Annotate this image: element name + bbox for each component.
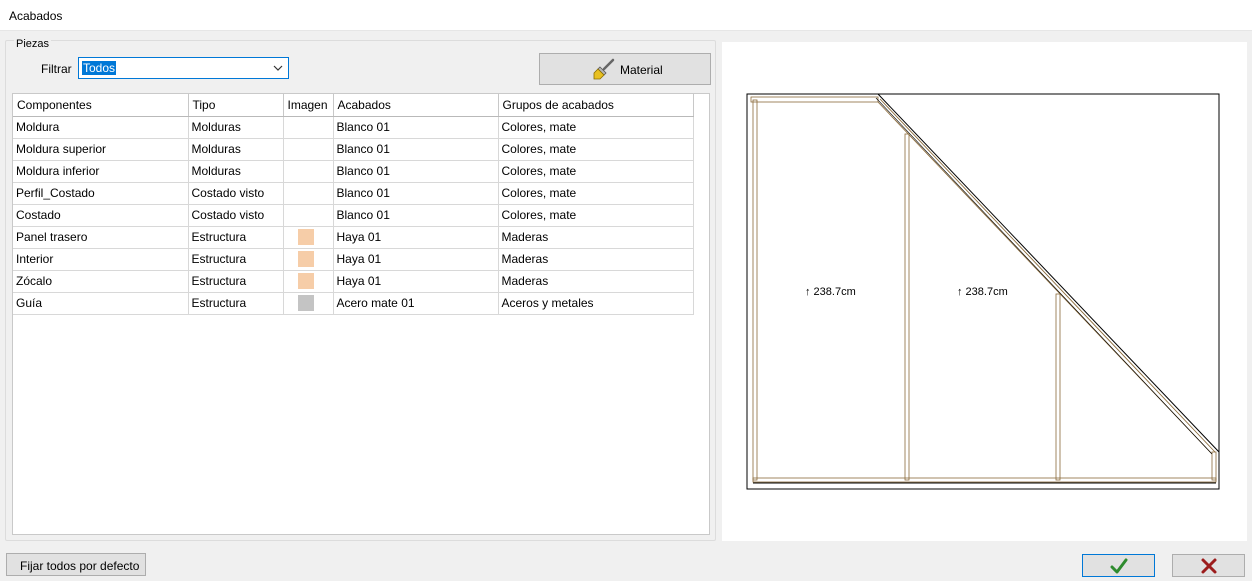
finish-swatch [297, 295, 314, 311]
cell-component[interactable]: Zócalo [13, 270, 189, 293]
material-button-label: Material [620, 63, 663, 77]
checkmark-icon [1110, 558, 1128, 574]
table-row[interactable]: Moldura Molduras Blanco 01 Colores, mate [13, 116, 694, 139]
finish-swatch [298, 163, 314, 179]
cell-finish-group[interactable]: Maderas [498, 270, 694, 293]
cell-image[interactable] [283, 160, 334, 183]
cell-component[interactable]: Costado [13, 204, 189, 227]
cell-finish[interactable]: Blanco 01 [333, 182, 499, 205]
table-row[interactable]: Costado Costado visto Blanco 01 Colores, ma… [13, 204, 694, 227]
table-row[interactable]: Zócalo Estructura Haya 01 Maderas [13, 270, 694, 293]
set-all-default-label: Fijar todos por defecto [20, 559, 140, 573]
cabinet-drawing: ↑ 238.7cm ↑ 238.7cm [746, 93, 1220, 490]
components-table: Componentes Tipo Imagen Acabados Grupos … [12, 93, 710, 535]
cell-type[interactable]: Costado visto [188, 182, 284, 205]
cell-finish-group[interactable]: Aceros y metales [498, 292, 694, 315]
cell-finish-group[interactable]: Colores, mate [498, 204, 694, 227]
filter-value: Todos [82, 61, 117, 75]
table-row[interactable]: Perfil_Costado Costado visto Blanco 01 Colo… [13, 182, 694, 205]
pieces-panel: Piezas Filtrar Todos Material Componente… [5, 38, 716, 541]
finish-swatch [298, 185, 314, 201]
table-row[interactable]: Interior Estructura Haya 01 Maderas [13, 248, 694, 271]
filter-label: Filtrar [41, 62, 72, 76]
column-header-imagen[interactable]: Imagen [283, 94, 334, 117]
finish-swatch [298, 207, 314, 223]
filter-dropdown[interactable]: Todos [78, 57, 289, 79]
chevron-down-icon [273, 65, 283, 71]
table-header-row: Componentes Tipo Imagen Acabados Grupos … [13, 94, 694, 117]
cell-finish-group[interactable]: Colores, mate [498, 182, 694, 205]
cell-type[interactable]: Molduras [188, 116, 284, 139]
table-row[interactable]: Moldura superior Molduras Blanco 01 Colores… [13, 138, 694, 161]
cell-component[interactable]: Moldura superior [13, 138, 189, 161]
cell-image[interactable] [283, 270, 334, 293]
dimension-label-left: ↑ 238.7cm [805, 286, 856, 298]
finish-swatch [298, 119, 314, 135]
table-row[interactable]: Moldura inferior Molduras Blanco 01 Colores… [13, 160, 694, 183]
pieces-group-label: Piezas [14, 38, 52, 50]
cell-image[interactable] [283, 204, 334, 227]
cell-finish[interactable]: Blanco 01 [333, 138, 499, 161]
cell-image[interactable] [283, 182, 334, 205]
material-button[interactable]: Material [539, 53, 711, 85]
cell-finish-group[interactable]: Maderas [498, 226, 694, 249]
preview-panel: ↑ 238.7cm ↑ 238.7cm [722, 42, 1247, 541]
cell-image[interactable] [283, 226, 334, 249]
cell-component[interactable]: Perfil_Costado [13, 182, 189, 205]
cell-component[interactable]: Interior [13, 248, 189, 271]
cell-finish-group[interactable]: Maderas [498, 248, 694, 271]
cell-finish[interactable]: Haya 01 [333, 270, 499, 293]
set-all-default-button[interactable]: Fijar todos por defecto [6, 553, 146, 576]
cell-type[interactable]: Molduras [188, 138, 284, 161]
cell-type[interactable]: Molduras [188, 160, 284, 183]
cell-finish-group[interactable]: Colores, mate [498, 138, 694, 161]
cell-component[interactable]: Guía [13, 292, 189, 315]
cell-finish[interactable]: Blanco 01 [333, 160, 499, 183]
table-row[interactable]: Guía Estructura Acero mate 01 Aceros y meta… [13, 292, 694, 315]
finish-swatch [297, 273, 314, 289]
pieces-groupbox: Piezas Filtrar Todos Material Componente… [5, 38, 716, 541]
paintbrush-icon [593, 58, 615, 80]
cell-type[interactable]: Costado visto [188, 204, 284, 227]
cell-image[interactable] [283, 292, 334, 315]
cell-component[interactable]: Panel trasero [13, 226, 189, 249]
cell-component[interactable]: Moldura inferior [13, 160, 189, 183]
finish-swatch [298, 141, 314, 157]
cell-finish[interactable]: Haya 01 [333, 226, 499, 249]
dimension-label-middle: ↑ 238.7cm [957, 286, 1008, 298]
cell-finish[interactable]: Blanco 01 [333, 116, 499, 139]
cell-finish-group[interactable]: Colores, mate [498, 116, 694, 139]
cell-type[interactable]: Estructura [188, 292, 284, 315]
cell-type[interactable]: Estructura [188, 226, 284, 249]
cell-image[interactable] [283, 116, 334, 139]
cell-type[interactable]: Estructura [188, 270, 284, 293]
cell-finish[interactable]: Acero mate 01 [333, 292, 499, 315]
cancel-button[interactable] [1172, 554, 1245, 577]
finish-swatch [297, 229, 314, 245]
cell-component[interactable]: Moldura [13, 116, 189, 139]
ok-button[interactable] [1082, 554, 1155, 577]
finish-swatch [297, 251, 314, 267]
cross-icon [1201, 558, 1217, 574]
table-row[interactable]: Panel trasero Estructura Haya 01 Maderas [13, 226, 694, 249]
cell-finish[interactable]: Blanco 01 [333, 204, 499, 227]
cell-image[interactable] [283, 138, 334, 161]
column-header-tipo[interactable]: Tipo [188, 94, 284, 117]
cell-type[interactable]: Estructura [188, 248, 284, 271]
column-header-acabados[interactable]: Acabados [333, 94, 499, 117]
cell-image[interactable] [283, 248, 334, 271]
cell-finish-group[interactable]: Colores, mate [498, 160, 694, 183]
column-header-grupos[interactable]: Grupos de acabados [498, 94, 694, 117]
cell-finish[interactable]: Haya 01 [333, 248, 499, 271]
dialog-title: Acabados [9, 9, 63, 23]
dialog-titlebar: Acabados [0, 0, 1252, 31]
column-header-componentes[interactable]: Componentes [13, 94, 189, 117]
